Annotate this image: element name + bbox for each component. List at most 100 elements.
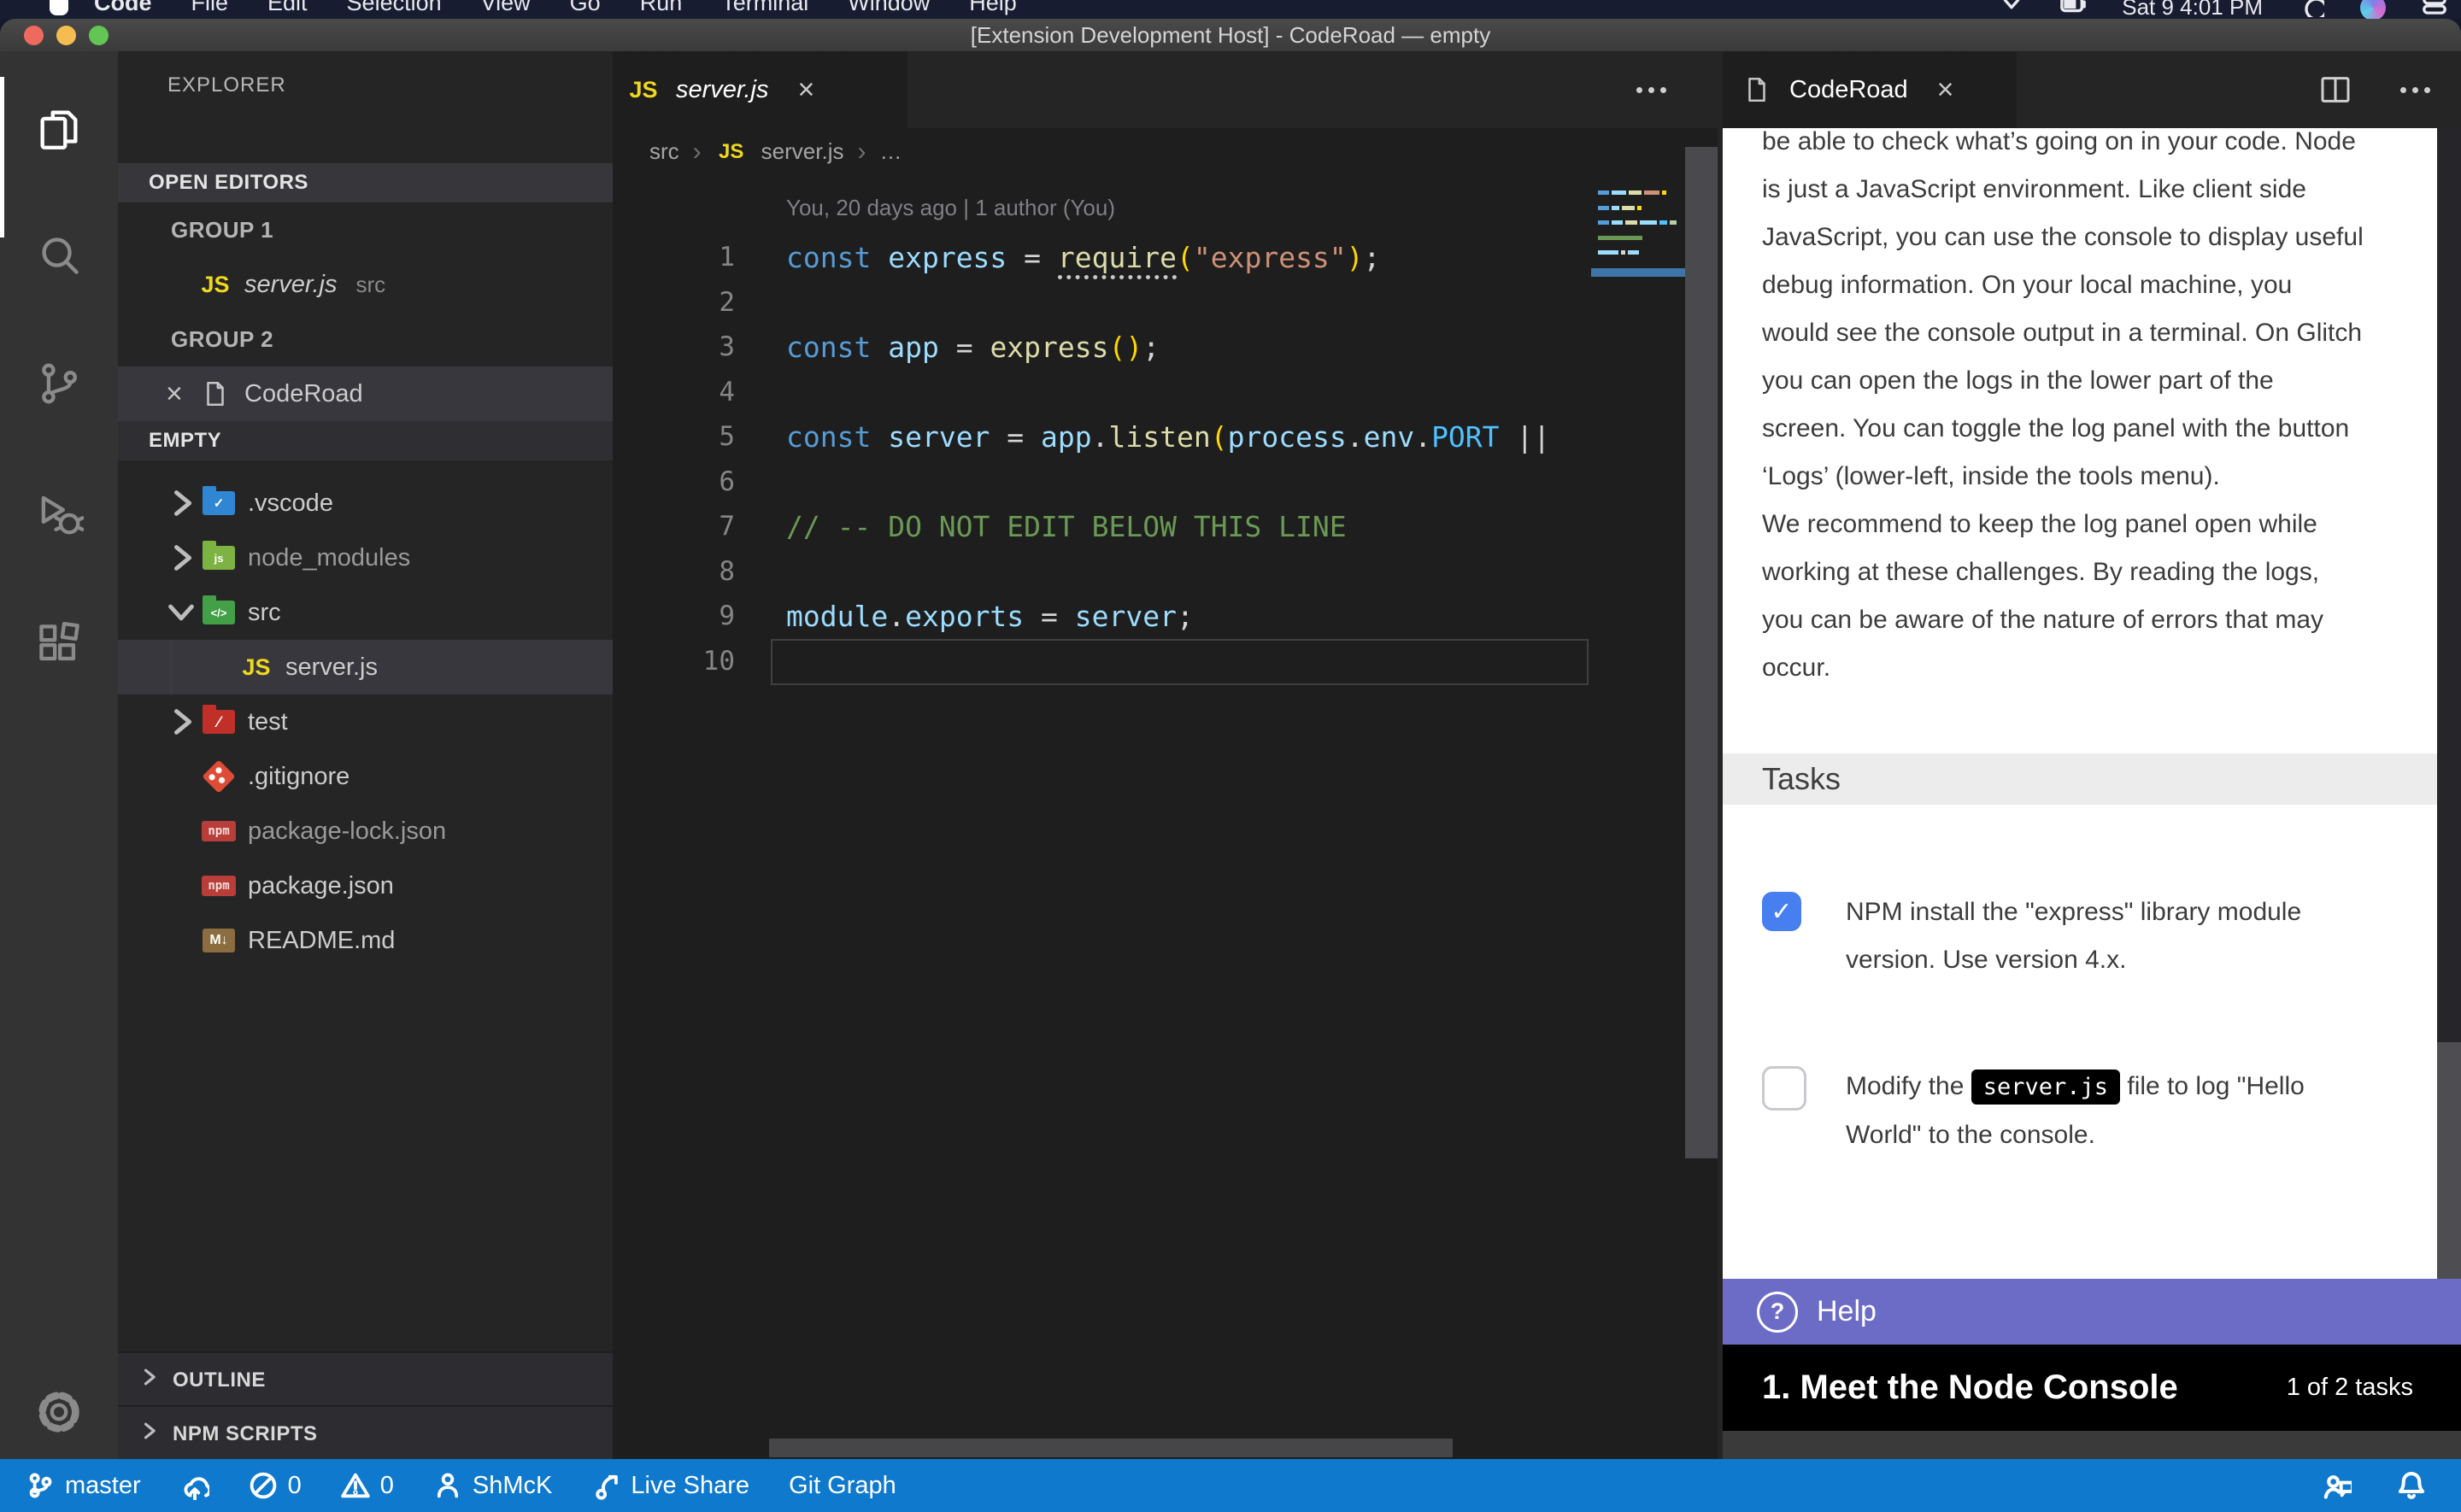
screen: Code File Edit Selection View Go Run Terminal Wi… <box>0 0 2461 1512</box>
lesson-text-line: screen. You can toggle the log panel wit… <box>1762 405 2420 453</box>
search-icon[interactable] <box>2299 0 2324 19</box>
tree-item-package-lock-json[interactable]: npmpackage-lock.json <box>118 804 613 859</box>
editor-vertical-scrollbar[interactable] <box>1685 147 1718 1158</box>
close-tab-icon[interactable]: × <box>1937 73 1954 107</box>
menu-terminal[interactable]: Terminal <box>721 0 808 16</box>
lesson-text-line: would see the console output in a termin… <box>1762 309 2420 357</box>
menu-selection[interactable]: Selection <box>347 0 442 16</box>
menu-help[interactable]: Help <box>969 0 1017 16</box>
code-line: 6 <box>613 460 1591 505</box>
tab-label: server.js <box>676 76 769 104</box>
activity-bar <box>0 51 118 1459</box>
line-number: 1 <box>613 242 735 273</box>
activity-source-control[interactable] <box>0 319 118 448</box>
editor-tab-bar: JS server.js × <box>613 51 1718 128</box>
close-tab-icon[interactable]: × <box>798 73 815 107</box>
editor-item-detail: src <box>356 272 386 298</box>
scrollbar-thumb[interactable] <box>2437 1042 2461 1307</box>
menu-items: Code File Edit Selection View Go Run Terminal Wi… <box>94 0 1017 16</box>
settings-icon <box>34 1387 84 1437</box>
tree-item-README-md[interactable]: M↓README.md <box>118 913 613 968</box>
menu-view[interactable]: View <box>481 0 531 16</box>
editor-group-label: GROUP 1 <box>118 202 613 257</box>
chevron-right-icon <box>162 539 200 577</box>
panel-more-actions-icon[interactable] <box>2400 87 2430 93</box>
line-number: 5 <box>613 421 735 452</box>
breadcrumb-item[interactable]: src <box>649 138 679 165</box>
breadcrumb-item[interactable]: … <box>879 138 902 165</box>
menu-window[interactable]: Window <box>848 0 930 16</box>
group-label: GROUP 2 <box>171 326 273 353</box>
question-mark-icon: ? <box>1757 1292 1798 1333</box>
tree-item-label: README.md <box>248 927 395 955</box>
status-feedback[interactable] <box>2321 1470 2352 1501</box>
menu-run[interactable]: Run <box>640 0 683 16</box>
panel-bottom-strip <box>1723 1431 2461 1459</box>
js-icon: JS <box>715 135 748 169</box>
menu-file[interactable]: File <box>191 0 229 16</box>
split-editor-icon[interactable] <box>2318 73 2352 107</box>
task-checkbox[interactable] <box>1762 1066 1806 1111</box>
code-editor[interactable]: 1const express = require("express");23co… <box>613 235 1591 683</box>
editor-item-label: CodeRoad <box>244 380 363 408</box>
line-number: 6 <box>613 466 735 497</box>
activity-explorer[interactable] <box>0 65 118 193</box>
menu-go[interactable]: Go <box>570 0 601 16</box>
menu-edit[interactable]: Edit <box>267 0 308 16</box>
status-shmck[interactable]: ShMcK <box>433 1471 552 1500</box>
tree-item-src[interactable]: </>src <box>118 585 613 640</box>
control-center-icon[interactable] <box>2422 0 2447 19</box>
menu-code[interactable]: Code <box>94 0 152 16</box>
section-npm-scripts[interactable]: NPM SCRIPTS <box>118 1405 613 1459</box>
status-master[interactable]: master <box>26 1471 141 1500</box>
chevron-right-icon <box>162 484 200 522</box>
status-cloud-upload[interactable] <box>180 1471 209 1500</box>
tree-item-test[interactable]: ∕test <box>118 694 613 749</box>
breadcrumb-item[interactable]: server.js <box>761 138 844 165</box>
editor-group-label: GROUP 2 <box>118 312 613 366</box>
siri-icon[interactable] <box>2360 0 2386 19</box>
close-editor-icon[interactable]: × <box>166 378 197 411</box>
status-bell[interactable] <box>2396 1470 2427 1501</box>
open-editors-header[interactable]: OPEN EDITORS <box>118 163 613 202</box>
status-0[interactable]: 0 <box>341 1471 394 1500</box>
code-text: const app = express(); <box>786 331 1160 364</box>
code-text: // -- DO NOT EDIT BELOW THIS LINE <box>786 510 1347 543</box>
help-section-header[interactable]: ? Help <box>1723 1279 2461 1345</box>
tree-item--vscode[interactable]: ✓.vscode <box>118 476 613 530</box>
breadcrumb[interactable]: src›JSserver.js›… <box>649 128 902 175</box>
lesson-text-line: you can be aware of the nature of errors… <box>1762 596 2420 644</box>
section-outline[interactable]: OUTLINE <box>118 1351 613 1407</box>
activity-run-debug[interactable] <box>0 449 118 577</box>
tree-item-server-js[interactable]: JSserver.js <box>118 640 613 694</box>
tree-item-node_modules[interactable]: jsnode_modules <box>118 530 613 585</box>
tree-item--gitignore[interactable]: .gitignore <box>118 749 613 804</box>
status-git-graph[interactable]: Git Graph <box>789 1472 896 1500</box>
status-live-share[interactable]: Live Share <box>591 1471 749 1500</box>
activity-search[interactable] <box>0 190 118 319</box>
open-editor-item[interactable]: × CodeRoad <box>118 366 613 421</box>
status-0[interactable]: 0 <box>249 1471 302 1500</box>
coderoad-panel: CodeRoad × be able to check what’s going… <box>1718 51 2461 1459</box>
activity-settings[interactable] <box>0 1348 118 1476</box>
activity-extensions[interactable] <box>0 580 118 708</box>
caret-down-icon[interactable] <box>1999 0 2024 19</box>
folder-section-header[interactable]: EMPTY <box>118 421 613 460</box>
tab-server-js[interactable]: JS server.js × <box>613 51 907 128</box>
chevron-down-icon <box>162 594 200 631</box>
line-number: 7 <box>613 511 735 542</box>
tree-item-package-json[interactable]: npmpackage.json <box>118 859 613 913</box>
editor-horizontal-scrollbar[interactable] <box>769 1439 1453 1457</box>
js-file-icon: JS <box>625 73 662 107</box>
lesson-title: 1. Meet the Node Console <box>1762 1368 2178 1407</box>
apple-menu-icon[interactable] <box>50 0 68 15</box>
open-editor-item[interactable]: JSserver.jssrc <box>118 257 613 312</box>
lesson-text-line: occur. <box>1762 644 2420 692</box>
editor-more-actions-icon[interactable] <box>1636 87 1666 93</box>
tab-coderoad[interactable]: CodeRoad × <box>1723 51 2017 128</box>
lesson-footer[interactable]: 1. Meet the Node Console 1 of 2 tasks <box>1723 1345 2461 1431</box>
minimap-current-line <box>1591 268 1685 277</box>
battery-icon[interactable] <box>2060 0 2086 19</box>
task-checkbox[interactable]: ✓ <box>1762 892 1801 931</box>
webview-scrollbar[interactable] <box>2437 128 2461 1279</box>
